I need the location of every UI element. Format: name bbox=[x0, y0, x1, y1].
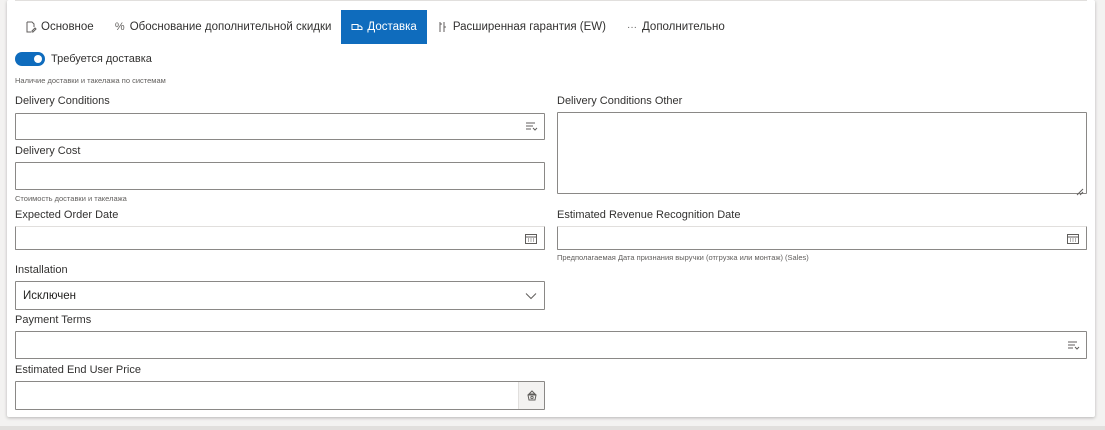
currency-icon[interactable] bbox=[518, 382, 544, 409]
calendar-icon[interactable] bbox=[1066, 231, 1080, 245]
tab-main-label: Основное bbox=[41, 21, 94, 33]
estimated-revenue-recognition-date-input[interactable] bbox=[557, 226, 1087, 250]
tab-delivery-label: Доставка bbox=[367, 21, 417, 33]
delivery-conditions-select[interactable] bbox=[15, 113, 545, 140]
tab-additional-label: Дополнительно bbox=[642, 21, 725, 33]
payment-terms-select[interactable] bbox=[15, 331, 1087, 359]
form-card: Основное % Обоснование дополнительной ск… bbox=[7, 0, 1095, 417]
filter-list-icon[interactable] bbox=[1066, 338, 1080, 352]
chevron-down-icon[interactable] bbox=[524, 289, 538, 303]
delivery-conditions-other-label: Delivery Conditions Other bbox=[557, 95, 683, 107]
estimated-end-user-price-input[interactable] bbox=[15, 381, 545, 410]
truck-icon bbox=[351, 21, 363, 33]
resize-handle-icon[interactable] bbox=[1076, 183, 1084, 196]
delivery-required-toggle[interactable] bbox=[15, 52, 45, 66]
payment-terms-label: Payment Terms bbox=[15, 314, 92, 326]
calendar-icon[interactable] bbox=[524, 231, 538, 245]
tab-discount-reason[interactable]: % Обоснование дополнительной скидки bbox=[104, 10, 342, 44]
tab-extended-warranty-label: Расширенная гарантия (EW) bbox=[452, 21, 606, 33]
delivery-required-hint: Наличие доставки и такелажа по системам bbox=[15, 76, 166, 85]
installation-label: Installation bbox=[15, 264, 68, 276]
delivery-required-row: Требуется доставка bbox=[15, 52, 152, 66]
estimated-revenue-recognition-date-label: Estimated Revenue Recognition Date bbox=[557, 209, 741, 221]
delivery-required-label: Требуется доставка bbox=[51, 53, 152, 65]
tab-delivery[interactable]: Доставка bbox=[341, 10, 427, 44]
installation-select[interactable]: Исключен bbox=[15, 281, 545, 310]
percent-icon: % bbox=[114, 21, 125, 33]
tab-additional[interactable]: ··· Дополнительно bbox=[616, 10, 735, 44]
installation-value: Исключен bbox=[23, 289, 76, 302]
estimated-end-user-price-label: Estimated End User Price bbox=[15, 364, 141, 376]
tab-extended-warranty[interactable]: Расширенная гарантия (EW) bbox=[427, 10, 616, 44]
delivery-conditions-other-textarea[interactable] bbox=[557, 112, 1087, 196]
estimated-revenue-recognition-date-hint: Предполагаемая Дата признания выручки (о… bbox=[557, 253, 809, 262]
top-divider bbox=[15, 0, 1087, 1]
delivery-cost-input[interactable] bbox=[15, 162, 545, 190]
delivery-cost-hint: Стоимость доставки и такелажа bbox=[15, 194, 127, 203]
filter-list-icon[interactable] bbox=[524, 120, 538, 134]
toggle-knob bbox=[34, 55, 42, 63]
more-icon: ··· bbox=[627, 21, 637, 33]
wrench-icon bbox=[437, 21, 449, 33]
tab-main[interactable]: Основное bbox=[15, 10, 104, 44]
expected-order-date-input[interactable] bbox=[15, 226, 545, 250]
tab-discount-reason-label: Обоснование дополнительной скидки bbox=[129, 21, 332, 33]
page-bottom-edge bbox=[0, 426, 1105, 430]
tab-bar: Основное % Обоснование дополнительной ск… bbox=[15, 10, 735, 44]
delivery-cost-label: Delivery Cost bbox=[15, 145, 81, 157]
delivery-conditions-label: Delivery Conditions bbox=[15, 95, 110, 107]
expected-order-date-label: Expected Order Date bbox=[15, 209, 119, 221]
edit-doc-icon bbox=[25, 21, 37, 33]
